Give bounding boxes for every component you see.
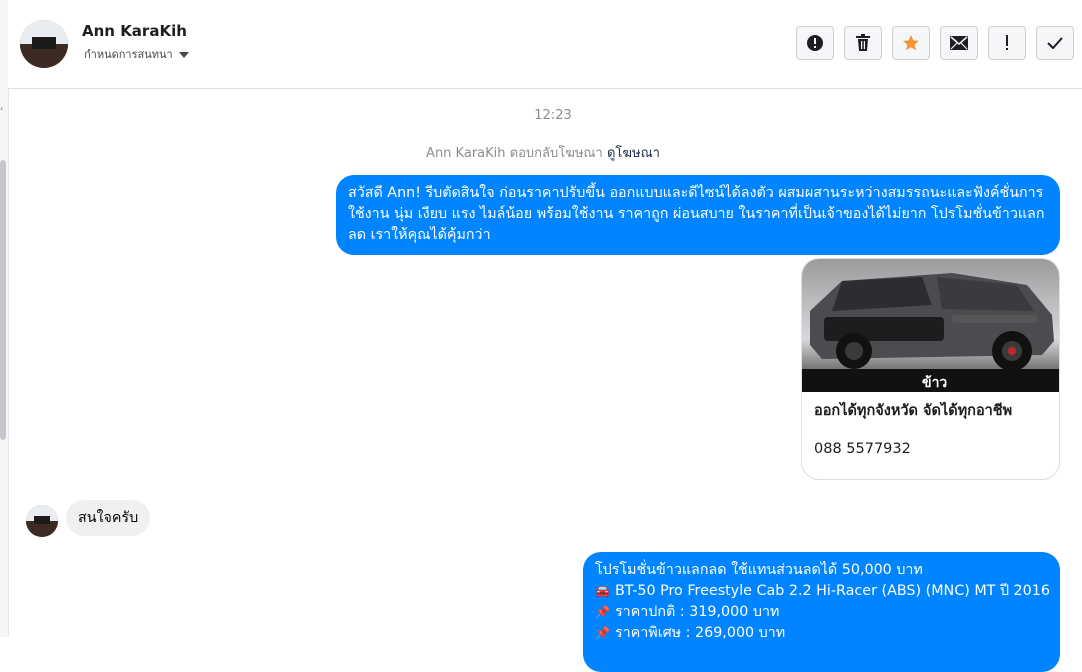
avatar[interactable]	[20, 20, 68, 68]
message-line: 🚘 BT-50 Pro Freestyle Cab 2.2 Hi-Racer (A…	[595, 581, 1050, 602]
alert-circle-icon	[807, 35, 823, 51]
check-icon	[1047, 37, 1063, 49]
trash-icon	[856, 34, 870, 51]
report-button[interactable]	[796, 26, 834, 60]
caret-down-icon	[178, 52, 189, 58]
star-icon	[903, 35, 919, 51]
envelope-icon	[950, 36, 968, 50]
avatar[interactable]	[26, 505, 58, 537]
exclamation-icon	[1006, 35, 1008, 50]
outgoing-message[interactable]: สวัสดี Ann! รีบตัดสินใจ ก่อนราคาปรับขึ้น…	[336, 175, 1060, 255]
conversation-actions	[786, 26, 1074, 60]
delete-button[interactable]	[844, 26, 882, 60]
contact-name[interactable]: Ann KaraKih	[82, 22, 187, 40]
message-line: 📌 ราคาพิเศษ : 269,000 บาท	[595, 623, 1048, 644]
ad-reply-text: Ann KaraKih ตอบกลับโฆษณา	[426, 146, 603, 161]
done-button[interactable]	[1036, 26, 1074, 60]
message-line: 📌 ราคาปกติ : 319,000 บาท	[595, 602, 1048, 623]
important-button[interactable]	[988, 26, 1026, 60]
ad-card-phone: 088 5577932	[814, 441, 911, 457]
ad-card-title: ออกได้ทุกจังหวัด จัดได้ทุกอาชีพ	[814, 403, 1013, 419]
image-watermark: ข้าว	[922, 375, 948, 391]
view-ad-link[interactable]: ดูโฆษณา	[607, 146, 660, 161]
left-panel-scrollbar[interactable]	[0, 160, 6, 440]
message-line: โปรโมชั่นข้าวแลกลด ใช้แทนส่วนลดได้ 50,00…	[595, 562, 923, 578]
conversation-schedule-label: กำหนดการสนทนา	[84, 48, 173, 61]
mark-unread-button[interactable]	[940, 26, 978, 60]
ad-card[interactable]: ข้าว ออกได้ทุกจังหวัด จัดได้ทุกอาชีพ 088…	[801, 258, 1060, 480]
message-timestamp: 12:23	[534, 108, 572, 123]
incoming-message[interactable]: สนใจครับ	[66, 500, 151, 536]
star-button[interactable]	[892, 26, 930, 60]
pin-icon: 📌	[595, 605, 610, 619]
car-icon: 🚘	[595, 584, 610, 598]
ad-reply-notice: Ann KaraKih ตอบกลับโฆษณา ดูโฆษณา	[0, 142, 1082, 163]
conversation-header: Ann KaraKih กำหนดการสนทนา	[8, 0, 1082, 89]
conversation-schedule-dropdown[interactable]: กำหนดการสนทนา	[84, 45, 189, 63]
outgoing-message[interactable]: โปรโมชั่นข้าวแลกลด ใช้แทนส่วนลดได้ 50,00…	[583, 552, 1060, 672]
pin-icon: 📌	[595, 626, 610, 640]
